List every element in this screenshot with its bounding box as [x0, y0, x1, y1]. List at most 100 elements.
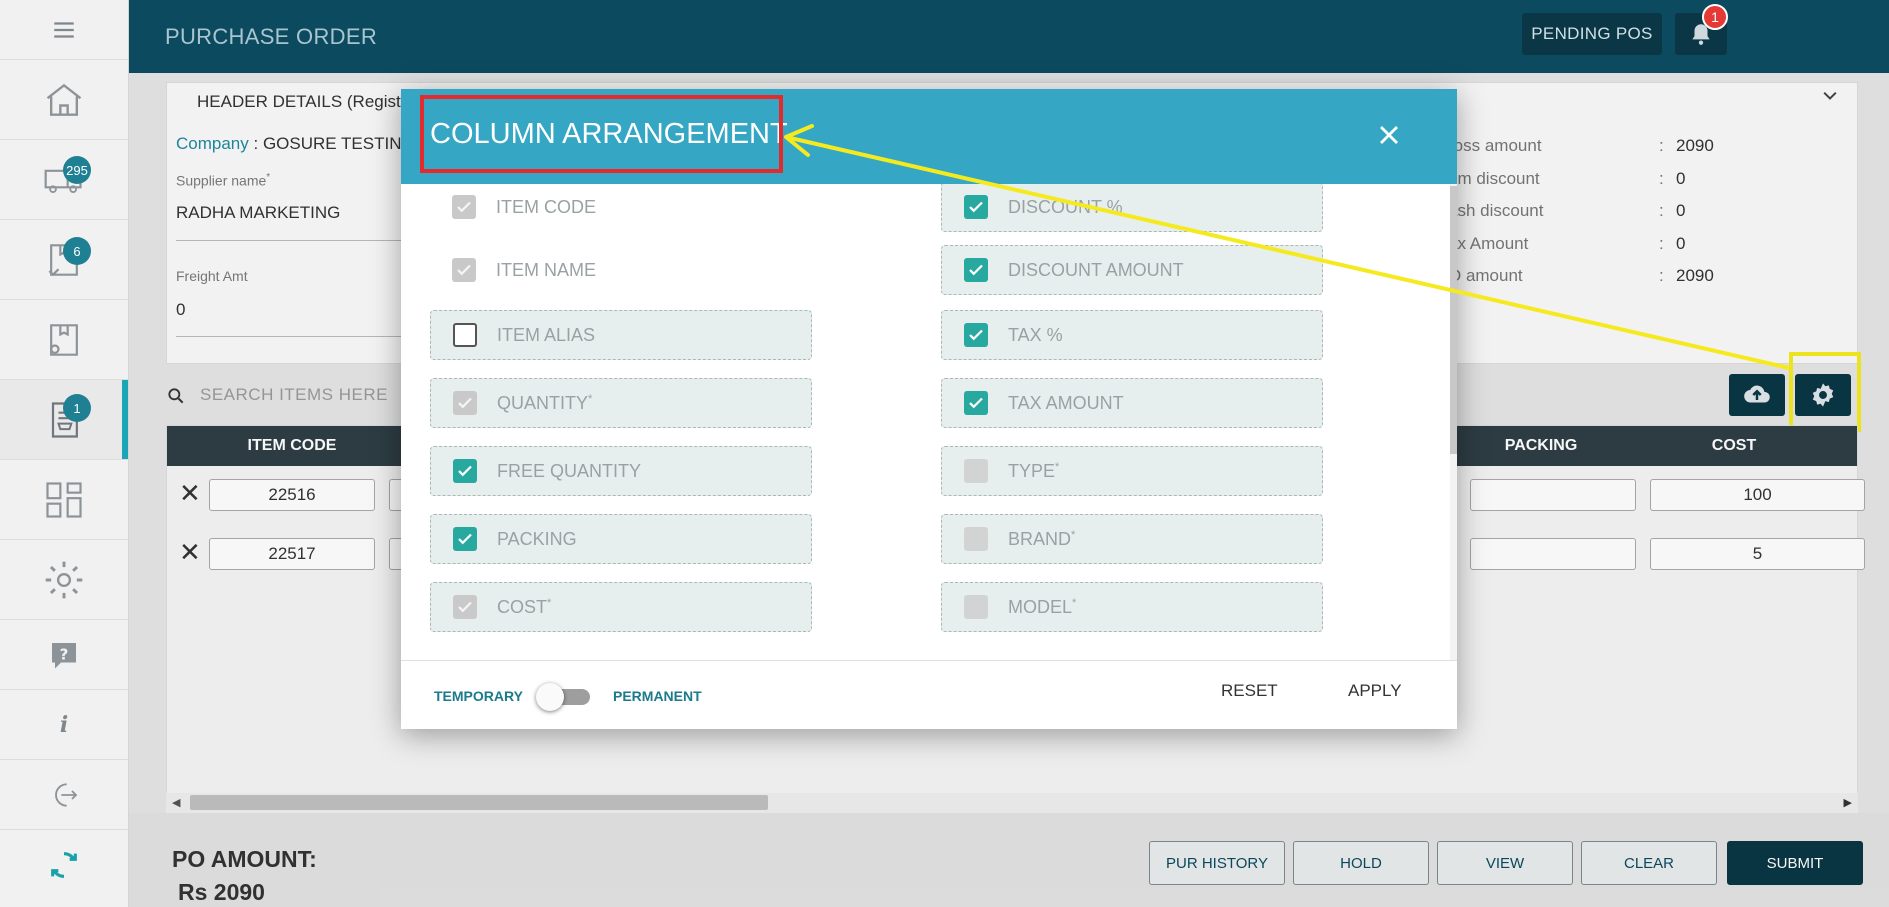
dialog-footer: TEMPORARY PERMANENT RESET APPLY [401, 660, 1457, 729]
sidebar-item-home[interactable] [0, 60, 128, 140]
required-marker: * [588, 392, 593, 405]
logout-icon [55, 782, 78, 807]
checkbox[interactable] [453, 391, 477, 415]
page-title: PURCHASE ORDER [165, 24, 378, 49]
option-label: ITEM NAME [496, 260, 596, 281]
column-option-item-name[interactable]: ITEM NAME [430, 245, 812, 295]
option-label: ITEM CODE [496, 197, 596, 218]
checkbox[interactable] [964, 527, 988, 551]
checkbox[interactable] [964, 595, 988, 619]
checkbox[interactable] [453, 459, 477, 483]
help-icon: ? [52, 642, 76, 668]
option-label: DISCOUNT % [1008, 197, 1123, 218]
option-label: PACKING [497, 529, 577, 550]
temporary-label: TEMPORARY [434, 688, 523, 704]
hamburger-icon [54, 21, 74, 38]
column-arrangement-dialog: COLUMN ARRANGEMENT ITEM CODE ITEM NAME ITE… [401, 89, 1457, 729]
sidebar-item-logout[interactable] [0, 760, 128, 830]
option-label: TAX AMOUNT [1008, 393, 1124, 414]
checkbox[interactable] [453, 527, 477, 551]
sidebar-item-returns[interactable] [0, 300, 128, 380]
home-icon [46, 83, 82, 116]
required-marker: * [1055, 460, 1060, 473]
menu-button[interactable] [0, 0, 128, 60]
required-marker: * [1071, 528, 1076, 541]
settings-gear-icon [45, 561, 83, 598]
active-indicator [122, 380, 128, 459]
column-option-quantity[interactable]: QUANTITY* [430, 378, 812, 428]
option-label: ITEM ALIAS [497, 325, 595, 346]
close-icon[interactable] [1367, 113, 1411, 157]
column-option-discount[interactable]: DISCOUNT % [941, 184, 1323, 232]
option-label-text: MODEL [1008, 596, 1073, 617]
option-label: BRAND* [1008, 529, 1075, 550]
checkbox[interactable] [452, 258, 476, 282]
column-option-tax-amount[interactable]: TAX AMOUNT [941, 378, 1323, 428]
option-label-text: DISCOUNT AMOUNT [1008, 259, 1184, 280]
orders-badge: 295 [63, 156, 91, 184]
reset-button[interactable]: RESET [1221, 681, 1278, 701]
checkbox[interactable] [964, 323, 988, 347]
checkbox[interactable] [453, 323, 477, 347]
option-label: COST* [497, 597, 551, 618]
column-option-cost[interactable]: COST* [430, 582, 812, 632]
checkbox[interactable] [452, 195, 476, 219]
required-marker: * [547, 596, 552, 609]
checkbox[interactable] [964, 459, 988, 483]
sync-icon [51, 852, 77, 878]
option-label: DISCOUNT AMOUNT [1008, 260, 1184, 281]
column-option-item-code[interactable]: ITEM CODE [430, 184, 812, 232]
sidebar-item-receipts[interactable]: 6 [0, 220, 128, 300]
option-label-text: ITEM CODE [496, 196, 597, 217]
checkbox[interactable] [964, 195, 988, 219]
sidebar-item-purchase[interactable]: 1 [0, 380, 128, 460]
dialog-header: COLUMN ARRANGEMENT [401, 89, 1457, 184]
option-label-text: FREE QUANTITY [497, 460, 642, 481]
column-option-item-alias[interactable]: ITEM ALIAS [430, 310, 812, 360]
sidebar-item-dashboard[interactable] [0, 460, 128, 540]
checkbox[interactable] [453, 595, 477, 619]
dialog-body: ITEM CODE ITEM NAME ITEM ALIAS QUANTITY* FRE… [401, 184, 1457, 660]
dialog-scrollbar[interactable] [1450, 184, 1457, 660]
dashboard-icon [46, 481, 82, 518]
sidebar: 295 6 1 ? i [0, 0, 129, 907]
dialog-scroll-thumb[interactable] [1450, 186, 1457, 454]
info-icon: i [59, 711, 69, 738]
option-label-text: ITEM ALIAS [497, 324, 596, 345]
option-label-text: TYPE [1008, 460, 1056, 481]
checkbox[interactable] [964, 258, 988, 282]
option-label: MODEL* [1008, 597, 1076, 618]
title-highlight-box [420, 95, 783, 173]
option-label-text: PACKING [497, 528, 577, 549]
option-label: FREE QUANTITY [497, 461, 641, 482]
option-label-text: BRAND [1008, 528, 1072, 549]
column-option-tax[interactable]: TAX % [941, 310, 1323, 360]
checkbox[interactable] [964, 391, 988, 415]
column-option-discount-amount[interactable]: DISCOUNT AMOUNT [941, 245, 1323, 295]
save-mode-toggle[interactable] [536, 683, 592, 711]
sidebar-item-orders[interactable]: 295 [0, 140, 128, 220]
toggle-thumb[interactable] [536, 683, 564, 711]
column-option-brand[interactable]: BRAND* [941, 514, 1323, 564]
sidebar-item-sync[interactable] [0, 830, 128, 900]
option-label-text: TAX % [1008, 324, 1063, 345]
option-label-text: QUANTITY [497, 392, 589, 413]
option-label-text: DISCOUNT % [1008, 196, 1123, 217]
sidebar-item-info[interactable]: i [0, 690, 128, 760]
option-label: QUANTITY* [497, 393, 592, 414]
sidebar-item-help[interactable]: ? [0, 620, 128, 690]
column-option-free-quantity[interactable]: FREE QUANTITY [430, 446, 812, 496]
required-marker: * [1072, 596, 1077, 609]
purchase-badge: 1 [63, 394, 91, 422]
pending-pos-button[interactable]: PENDING POS [1522, 13, 1662, 55]
option-label-text: ITEM NAME [496, 259, 597, 280]
option-label: TYPE* [1008, 461, 1059, 482]
column-option-type[interactable]: TYPE* [941, 446, 1323, 496]
sidebar-item-settings[interactable] [0, 540, 128, 620]
option-label-text: COST [497, 596, 548, 617]
notification-badge: 1 [1702, 4, 1728, 30]
column-option-model[interactable]: MODEL* [941, 582, 1323, 632]
apply-button[interactable]: APPLY [1348, 681, 1402, 701]
column-option-packing[interactable]: PACKING [430, 514, 812, 564]
option-label: TAX % [1008, 325, 1063, 346]
